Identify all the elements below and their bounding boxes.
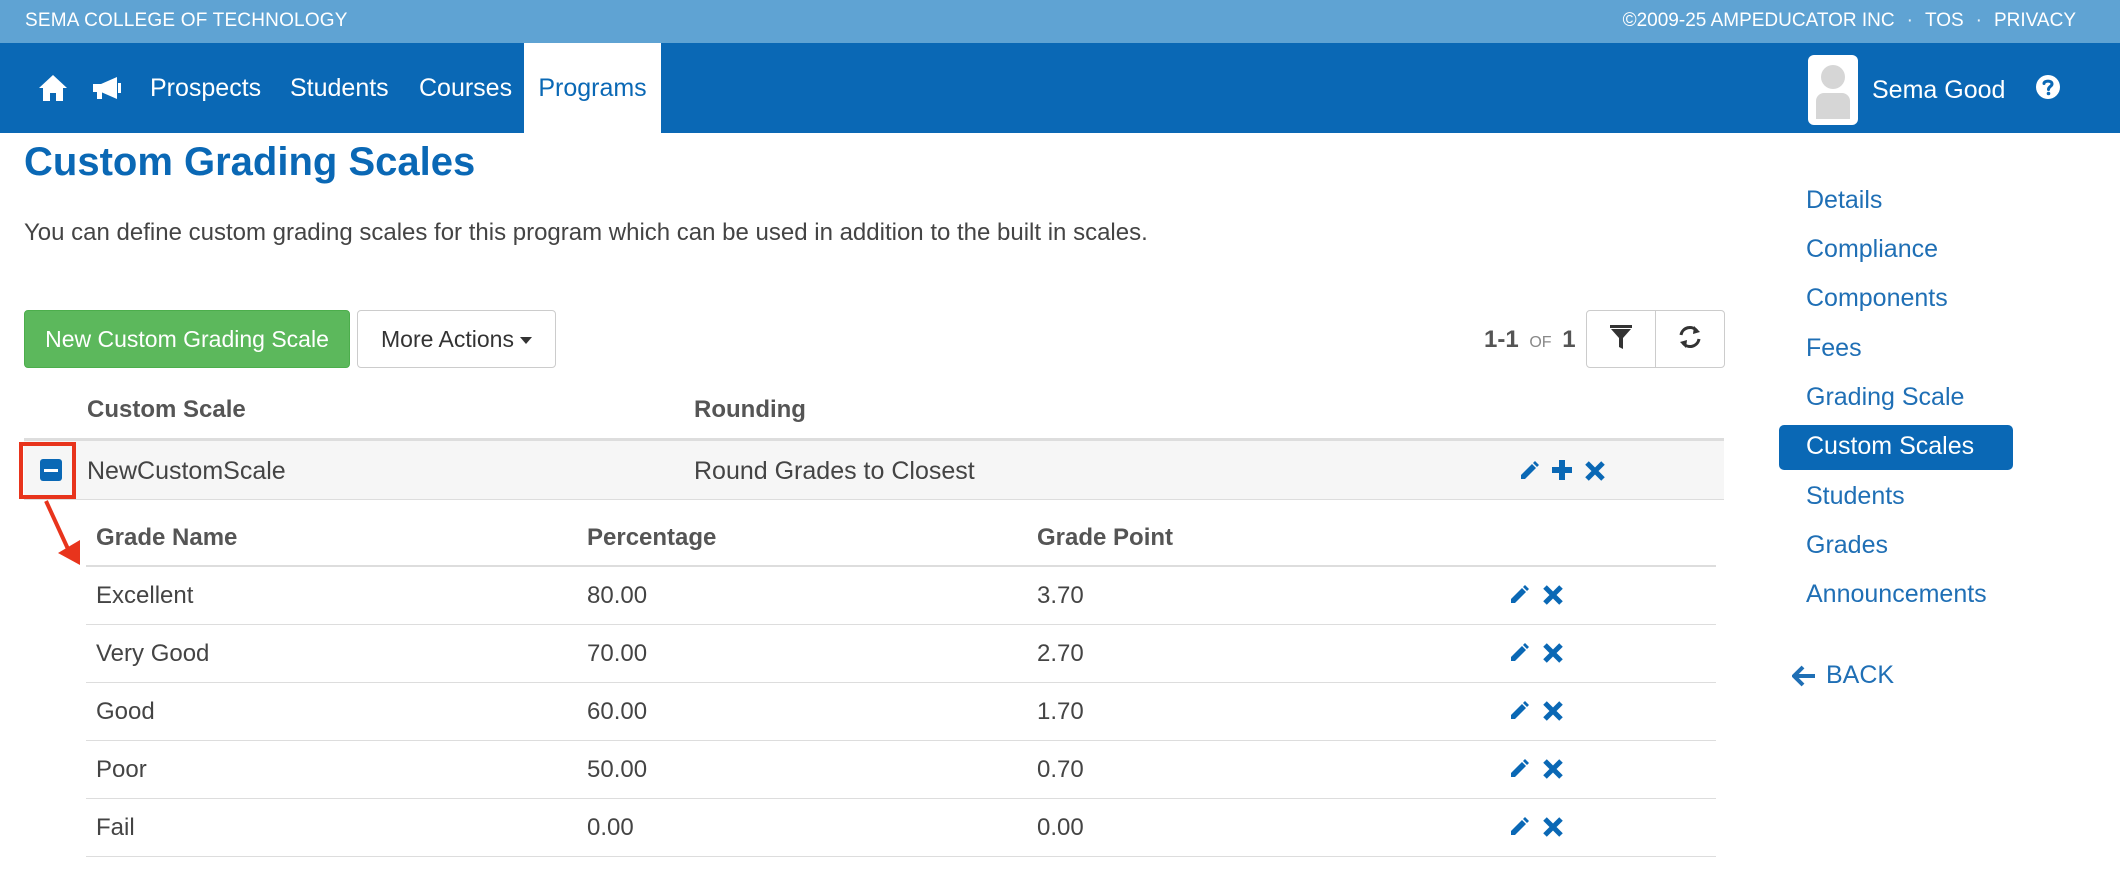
pencil-icon[interactable] [1516,457,1542,483]
back-link[interactable]: BACK [1792,661,1894,690]
table-row [86,625,1716,683]
subcolumn-header-grade-name: Grade Name [96,524,238,551]
custom-scale-name: NewCustomScale [87,457,286,485]
page-title: Custom Grading Scales [24,140,476,184]
grade-name-cell: Good [96,698,155,725]
pager-range: 1-1 [1484,326,1519,353]
close-icon[interactable] [1540,698,1566,724]
top-bar: SEMA COLLEGE OF TECHNOLOGY ©2009-25 AMPE… [0,0,2120,43]
arrow-left-icon [1792,665,1815,686]
filter-icon [1608,323,1634,356]
percentage-cell: 80.00 [587,582,648,609]
sidebar-item-custom-scales[interactable]: Custom Scales [1806,432,1974,461]
grade-name-cell: Poor [96,756,147,783]
page-description: You can define custom grading scales for… [24,219,1148,246]
close-icon[interactable] [1540,640,1566,666]
sidebar-item-fees[interactable]: Fees [1806,334,1862,363]
rounding-value: Round Grades to Closest [694,457,975,485]
grade-name-cell: Very Good [96,640,210,667]
grade-point-cell: 0.70 [1037,756,1084,783]
avatar [1808,55,1858,125]
sidebar-item-components[interactable]: Components [1806,284,1948,313]
refresh-button[interactable] [1655,310,1725,368]
grade-name-cell: Excellent [96,582,194,609]
pencil-icon[interactable] [1506,639,1532,665]
pencil-icon[interactable] [1506,697,1532,723]
megaphone-icon[interactable] [89,71,123,105]
new-custom-grading-scale-button[interactable]: New Custom Grading Scale [24,310,350,368]
pager: 1-1 OF 1 [1484,326,1576,354]
table-row [86,741,1716,799]
home-icon[interactable] [36,71,70,105]
privacy-link[interactable]: PRIVACY [1994,10,2076,32]
grade-point-cell: 0.00 [1037,814,1084,841]
caret-down-icon [519,337,532,344]
main-navbar: Prospects Students Courses Programs Sema… [0,43,2120,133]
pager-of: OF [1529,334,1552,351]
sidebar-item-grades[interactable]: Grades [1806,531,1888,560]
pager-total: 1 [1562,326,1576,353]
back-label: BACK [1826,661,1895,689]
tos-link[interactable]: TOS [1925,10,1964,32]
percentage-cell: 60.00 [587,698,648,725]
plus-icon[interactable] [1549,457,1575,483]
pencil-icon[interactable] [1506,813,1532,839]
sidebar-item-announcements[interactable]: Announcements [1806,580,1987,609]
org-name: SEMA COLLEGE OF TECHNOLOGY [25,10,348,31]
subcolumn-header-grade-point: Grade Point [1037,524,1174,551]
percentage-cell: 70.00 [587,640,648,667]
nav-courses[interactable]: Courses [419,43,512,133]
question-circle-icon[interactable] [2033,72,2063,102]
sidebar-item-details[interactable]: Details [1806,186,1882,215]
table-row [86,683,1716,741]
column-header-rounding[interactable]: Rounding [694,396,806,424]
annotation-highlight-box [19,442,76,499]
sidebar-item-students[interactable]: Students [1806,482,1905,511]
user-menu[interactable]: Sema Good [1808,55,2005,125]
percentage-cell: 0.00 [587,814,634,841]
nav-prospects[interactable]: Prospects [150,43,261,133]
separator: · [1906,10,1913,31]
close-icon[interactable] [1540,814,1566,840]
pencil-icon[interactable] [1506,581,1532,607]
refresh-icon [1676,323,1704,356]
grade-point-cell: 2.70 [1037,640,1084,667]
close-icon[interactable] [1540,582,1566,608]
user-name: Sema Good [1872,75,2006,104]
sidebar-item-compliance[interactable]: Compliance [1806,235,1938,264]
copyright-text: ©2009-25 AMPEDUCATOR INC [1622,10,1895,31]
close-icon[interactable] [1540,756,1566,782]
nav-programs[interactable]: Programs [524,43,661,133]
nav-students[interactable]: Students [290,43,389,133]
table-row [86,799,1716,857]
percentage-cell: 50.00 [587,756,648,783]
more-actions-button[interactable]: More Actions [357,310,556,368]
grade-point-cell: 3.70 [1037,582,1084,609]
separator: · [1975,10,1982,31]
column-header-custom-scale[interactable]: Custom Scale [87,396,246,424]
close-icon[interactable] [1582,458,1608,484]
pencil-icon[interactable] [1506,755,1532,781]
grade-point-cell: 1.70 [1037,698,1084,725]
top-bar-links: ©2009-25 AMPEDUCATOR INC · TOS · PRIVACY [1623,10,2076,32]
more-actions-label: More Actions [381,325,514,352]
sidebar-item-grading-scale[interactable]: Grading Scale [1806,383,1964,412]
grade-name-cell: Fail [96,814,135,841]
table-row [86,567,1716,625]
annotation-arrow-icon [44,500,80,565]
subcolumn-header-percentage: Percentage [587,524,717,551]
filter-button[interactable] [1586,310,1656,368]
